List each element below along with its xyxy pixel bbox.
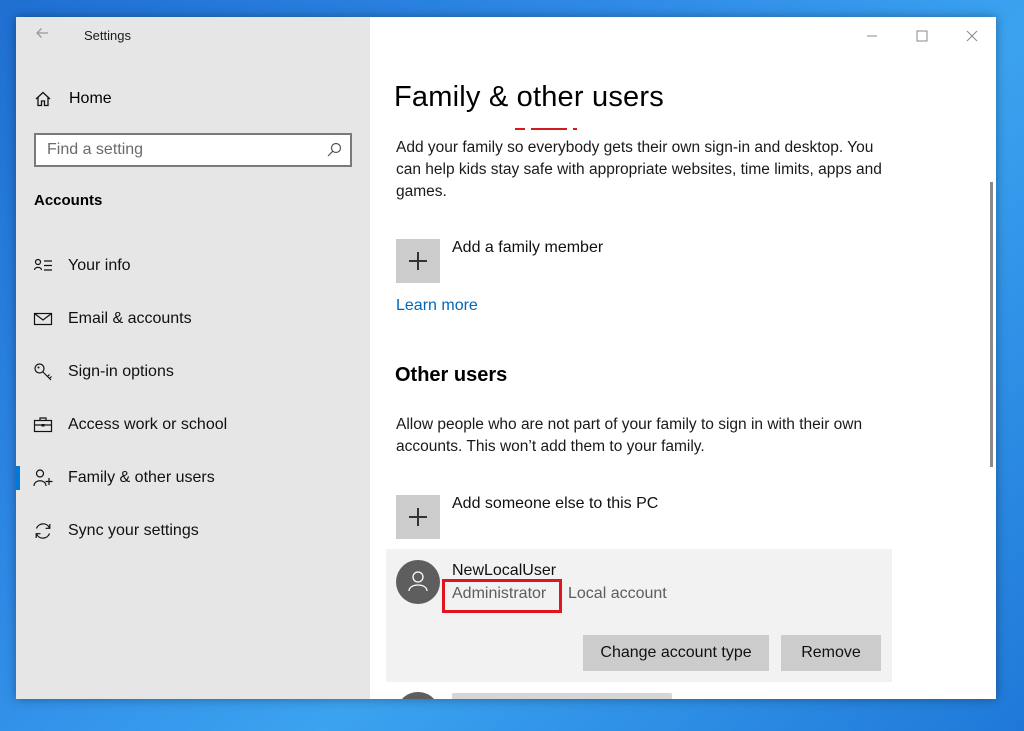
highlight-box bbox=[442, 579, 562, 613]
user-card[interactable]: NewLocalUser Administrator Local account… bbox=[386, 549, 892, 682]
other-users-description: Allow people who are not part of your fa… bbox=[396, 416, 863, 455]
next-user-text-fragment bbox=[452, 693, 672, 699]
active-indicator bbox=[16, 466, 20, 490]
sidebar-item-email-accounts[interactable]: Email & accounts bbox=[16, 301, 370, 337]
family-description: Add your family so everybody gets their … bbox=[396, 139, 882, 200]
sidebar-item-your-info[interactable]: Your info bbox=[16, 248, 370, 284]
search-placeholder: Find a setting bbox=[47, 141, 144, 158]
sidebar: Settings Home Find a setting Accounts Yo… bbox=[16, 17, 370, 699]
next-user-avatar bbox=[396, 692, 440, 699]
user-name: NewLocalUser bbox=[452, 562, 557, 579]
section-label-accounts: Accounts bbox=[34, 192, 103, 209]
key-icon bbox=[34, 363, 52, 381]
sync-icon bbox=[35, 523, 51, 539]
other-users-heading: Other users bbox=[395, 364, 508, 386]
back-button[interactable] bbox=[30, 25, 54, 47]
close-button[interactable] bbox=[960, 24, 984, 48]
add-someone-else-button[interactable]: Add someone else to this PC bbox=[396, 495, 658, 539]
sidebar-item-sign-in-options[interactable]: Sign-in options bbox=[16, 354, 370, 390]
add-someone-else-label: Add someone else to this PC bbox=[452, 495, 659, 512]
maximize-icon bbox=[916, 30, 928, 42]
maximize-button[interactable] bbox=[910, 24, 934, 48]
sidebar-item-sync-settings[interactable]: Sync your settings bbox=[16, 513, 370, 549]
add-family-member-button[interactable]: Add a family member bbox=[396, 239, 603, 283]
sidebar-item-label: Sync your settings bbox=[68, 522, 199, 539]
scrollbar-thumb[interactable] bbox=[990, 182, 993, 467]
sidebar-item-label: Family & other users bbox=[68, 469, 215, 486]
app-title: Settings bbox=[84, 28, 131, 43]
your-info-icon bbox=[33, 258, 52, 271]
briefcase-icon bbox=[33, 417, 53, 433]
mail-icon bbox=[33, 312, 53, 326]
settings-window: Settings Home Find a setting Accounts Yo… bbox=[16, 17, 996, 699]
plus-icon bbox=[396, 495, 440, 539]
search-input[interactable]: Find a setting bbox=[34, 133, 352, 167]
sidebar-item-label: Email & accounts bbox=[68, 310, 192, 327]
sidebar-item-label: Your info bbox=[68, 257, 131, 274]
person-icon bbox=[408, 571, 428, 592]
sidebar-item-label: Access work or school bbox=[68, 416, 228, 433]
home-nav-item[interactable]: Home bbox=[34, 89, 112, 109]
minimize-button[interactable] bbox=[860, 24, 884, 48]
home-label: Home bbox=[69, 90, 112, 107]
scrolled-red-text-fragment bbox=[515, 117, 610, 130]
user-avatar bbox=[396, 560, 440, 604]
add-person-icon bbox=[33, 469, 53, 487]
change-account-type-button[interactable]: Change account type bbox=[583, 635, 769, 671]
sidebar-item-family-other-users[interactable]: Family & other users bbox=[16, 460, 370, 496]
sidebar-item-label: Sign-in options bbox=[68, 363, 174, 380]
sidebar-item-access-work-or-school[interactable]: Access work or school bbox=[16, 407, 370, 443]
remove-button[interactable]: Remove bbox=[781, 635, 881, 671]
plus-icon bbox=[396, 239, 440, 283]
search-icon bbox=[327, 142, 342, 157]
user-account-type: Local account bbox=[568, 585, 667, 602]
close-icon bbox=[966, 30, 978, 42]
learn-more-link[interactable]: Learn more bbox=[396, 297, 478, 315]
page-title: Family & other users bbox=[394, 81, 664, 113]
main-content: Family & other users Add your family so … bbox=[370, 17, 996, 699]
minimize-icon bbox=[867, 35, 877, 37]
add-family-member-label: Add a family member bbox=[452, 239, 604, 256]
back-arrow-icon bbox=[36, 28, 48, 38]
home-icon bbox=[35, 91, 51, 107]
